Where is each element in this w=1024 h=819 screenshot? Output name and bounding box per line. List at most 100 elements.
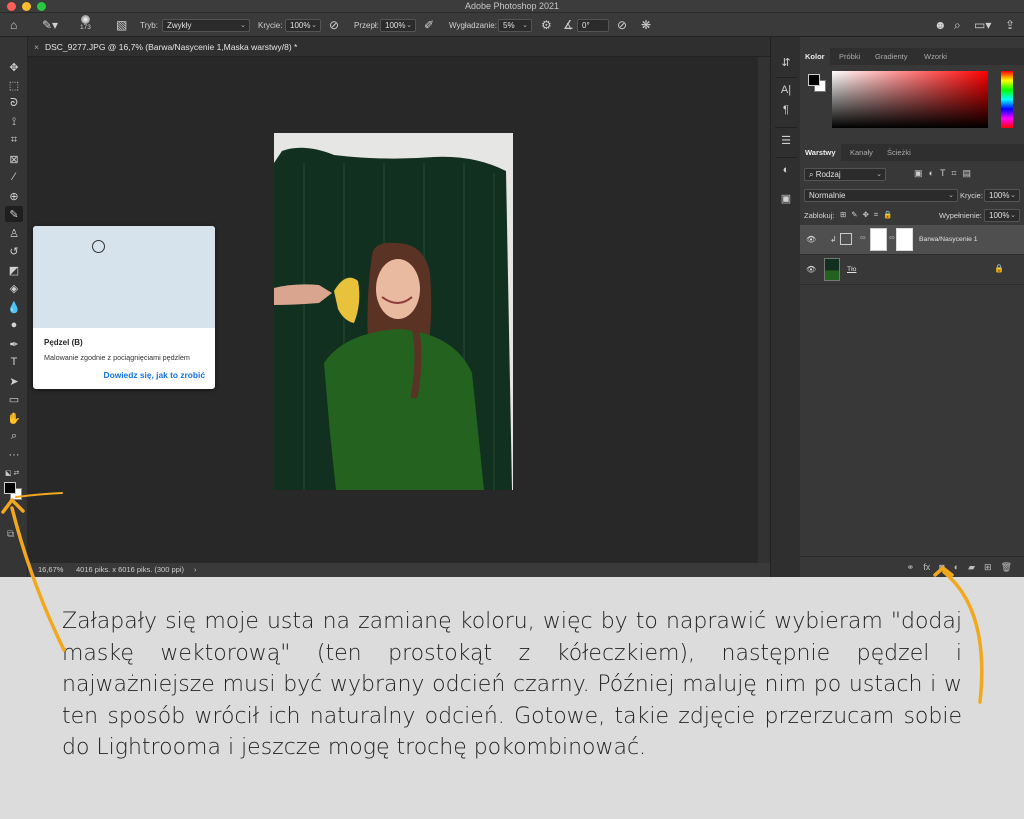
move-tool-icon[interactable]: ✥ xyxy=(5,59,23,75)
layer-thumbnail[interactable] xyxy=(870,228,887,251)
document-title: DSC_9277.JPG @ 16,7% (Barwa/Nasycenie 1,… xyxy=(44,42,298,52)
tab-paths[interactable]: Ścieżki xyxy=(882,144,916,161)
fx-icon[interactable]: fx xyxy=(923,562,930,572)
crop-tool-icon[interactable]: ⌗ xyxy=(5,132,23,148)
pressure-opacity-icon[interactable]: ⊘ xyxy=(329,17,339,33)
lasso-tool-icon[interactable]: ᘐ xyxy=(5,95,23,111)
search-icon[interactable]: ⌕ xyxy=(954,17,961,33)
tab-patterns[interactable]: Wzorki xyxy=(919,48,952,65)
layer-filter-dropdown[interactable]: ⌕ Rodzaj ⌄ xyxy=(804,168,886,181)
new-group-icon[interactable]: ▰ xyxy=(968,562,975,573)
status-bar: 16,67% 4016 piks. x 6016 piks. (300 ppi)… xyxy=(28,563,770,577)
fill-dropdown[interactable]: 100% ⌄ xyxy=(984,209,1020,222)
new-layer-icon[interactable]: ⊞ xyxy=(984,562,992,573)
vertical-scrollbar[interactable] xyxy=(758,57,770,563)
layer-row-hue-saturation[interactable]: 👁 ↲ ∞ ∞ Barwa/Nasycenie 1 xyxy=(800,225,1024,255)
photo-illustration xyxy=(274,133,513,490)
path-selection-tool-icon[interactable]: ➤ xyxy=(5,373,23,389)
user-icon[interactable]: ☻ xyxy=(934,17,947,33)
pen-tool-icon[interactable]: ✒ xyxy=(5,336,23,352)
marquee-tool-icon[interactable]: ⬚ xyxy=(5,77,23,93)
gear-icon[interactable]: ⚙ xyxy=(541,17,552,33)
brush-settings-icon[interactable]: ▧ xyxy=(116,17,127,33)
swap-colors-icon[interactable]: ⬕ ⇄ xyxy=(5,469,19,477)
airbrush-icon[interactable]: ✐ xyxy=(424,17,434,33)
visibility-eye-icon[interactable]: 👁 xyxy=(806,235,816,244)
document-dimensions: 4016 piks. x 6016 piks. (300 ppi) xyxy=(76,565,184,574)
zoom-tool-icon[interactable]: ⌕ xyxy=(5,428,23,444)
tab-channels[interactable]: Kanały xyxy=(845,144,878,161)
smoothing-dropdown[interactable]: 5% ⌄ xyxy=(498,18,532,32)
tooltip-learn-link[interactable]: Dowiedz się, jak to zrobić xyxy=(104,370,205,380)
trash-icon[interactable]: 🗑 xyxy=(1001,562,1012,573)
history-icon[interactable]: ⇵ xyxy=(779,55,793,69)
symmetry-icon[interactable]: ❋ xyxy=(641,17,651,33)
screen-mode-icon[interactable]: ⧉ xyxy=(7,529,14,540)
fill-value: 100% xyxy=(989,211,1010,220)
history-brush-tool-icon[interactable]: ↺ xyxy=(5,243,23,259)
foreground-color-swatch[interactable] xyxy=(4,482,16,494)
rectangle-tool-icon[interactable]: ▭ xyxy=(5,391,23,407)
color-picker-field[interactable] xyxy=(832,71,988,128)
adjustment-layer-icon[interactable]: ◐ xyxy=(954,562,959,572)
blur-tool-icon[interactable]: 💧 xyxy=(5,299,23,315)
quick-selection-tool-icon[interactable]: ⟟ xyxy=(5,114,23,130)
mode-dropdown[interactable]: Zwykły ⌄ xyxy=(162,18,250,32)
tab-layers[interactable]: Warstwy xyxy=(800,144,841,161)
eraser-tool-icon[interactable]: ◩ xyxy=(5,262,23,278)
brush-tool-icon[interactable]: ✎ xyxy=(5,206,23,222)
layers-bottom-bar: ⚭ fx ◙ ◐ ▰ ⊞ 🗑 xyxy=(800,556,1024,577)
visibility-eye-icon[interactable]: 👁 xyxy=(806,265,816,274)
tab-gradients[interactable]: Gradienty xyxy=(870,48,913,65)
pressure-size-icon[interactable]: ⊘ xyxy=(617,17,627,33)
properties-icon[interactable]: ◐ xyxy=(779,163,793,177)
more-tools-icon[interactable]: ··· xyxy=(5,447,23,463)
layer-thumbnail[interactable] xyxy=(824,258,840,281)
clone-stamp-tool-icon[interactable]: ♙ xyxy=(5,225,23,241)
flow-dropdown[interactable]: 100% ⌄ xyxy=(380,18,416,32)
share-icon[interactable]: ⇪ xyxy=(1005,17,1015,33)
home-icon[interactable]: ⌂ xyxy=(10,17,17,33)
eyedropper-tool-icon[interactable]: ⁄ xyxy=(5,169,23,185)
angle-input[interactable]: 0° xyxy=(577,18,609,32)
zoom-level[interactable]: 16,67% xyxy=(38,565,63,574)
document-image[interactable] xyxy=(274,133,513,490)
document-tab[interactable]: × DSC_9277.JPG @ 16,7% (Barwa/Nasycenie 1… xyxy=(28,37,770,57)
healing-brush-tool-icon[interactable]: ⊕ xyxy=(5,188,23,204)
layer-name[interactable]: Barwa/Nasycenie 1 xyxy=(919,236,978,243)
tab-color[interactable]: Kolor xyxy=(800,48,830,65)
foreground-color-swatch[interactable] xyxy=(808,74,820,86)
blend-mode-dropdown[interactable]: Normalnie ⌄ xyxy=(804,189,958,202)
tab-swatches[interactable]: Próbki xyxy=(834,48,865,65)
close-tab-icon[interactable]: × xyxy=(34,42,39,52)
chevron-down-icon: ⌄ xyxy=(876,171,882,178)
hand-tool-icon[interactable]: ✋ xyxy=(5,410,23,426)
paint-bucket-tool-icon[interactable]: ◈ xyxy=(5,280,23,296)
character-icon[interactable]: A| xyxy=(779,83,793,97)
chevron-down-icon: ⌄ xyxy=(406,21,412,29)
opacity-dropdown[interactable]: 100% ⌄ xyxy=(285,18,321,32)
layer-filter-icons[interactable]: ▣◐T⌗▤ xyxy=(914,168,977,179)
type-tool-icon[interactable]: T xyxy=(5,354,23,370)
libraries-icon[interactable]: ▣ xyxy=(779,191,793,205)
hue-slider[interactable] xyxy=(1001,71,1013,128)
brush-tool-preset-icon[interactable]: ✎▾ xyxy=(42,17,58,33)
chevron-down-icon: ⌄ xyxy=(1010,192,1016,199)
tooltip-description: Malowanie zgodnie z pociągnięciami pędzl… xyxy=(44,353,190,362)
frame-tool-icon[interactable]: ⊠ xyxy=(5,151,23,167)
chevron-down-icon: ⌄ xyxy=(522,21,528,29)
brush-size-picker[interactable]: 173 xyxy=(80,15,91,31)
paragraph-icon[interactable]: ¶ xyxy=(779,103,793,117)
status-menu-arrow[interactable]: › xyxy=(194,565,197,574)
add-mask-icon[interactable]: ◙ xyxy=(939,562,944,572)
layer-opacity-dropdown[interactable]: 100% ⌄ xyxy=(984,189,1020,202)
layer-mask-thumbnail[interactable] xyxy=(896,228,913,251)
lock-icons[interactable]: ⊞✎✥⌗🔒 xyxy=(840,210,897,220)
workspace-icon[interactable]: ▭▾ xyxy=(974,17,991,33)
layer-name[interactable]: Tło xyxy=(847,266,856,273)
adjustments-icon[interactable]: ☰ xyxy=(779,133,793,147)
dodge-tool-icon[interactable]: ● xyxy=(5,317,23,333)
right-panels: Kolor Próbki Gradienty Wzorki Warstwy Ka… xyxy=(800,37,1024,577)
layer-row-background[interactable]: 👁 Tło 🔒 xyxy=(800,255,1024,285)
link-layers-icon[interactable]: ⚭ xyxy=(907,562,915,573)
